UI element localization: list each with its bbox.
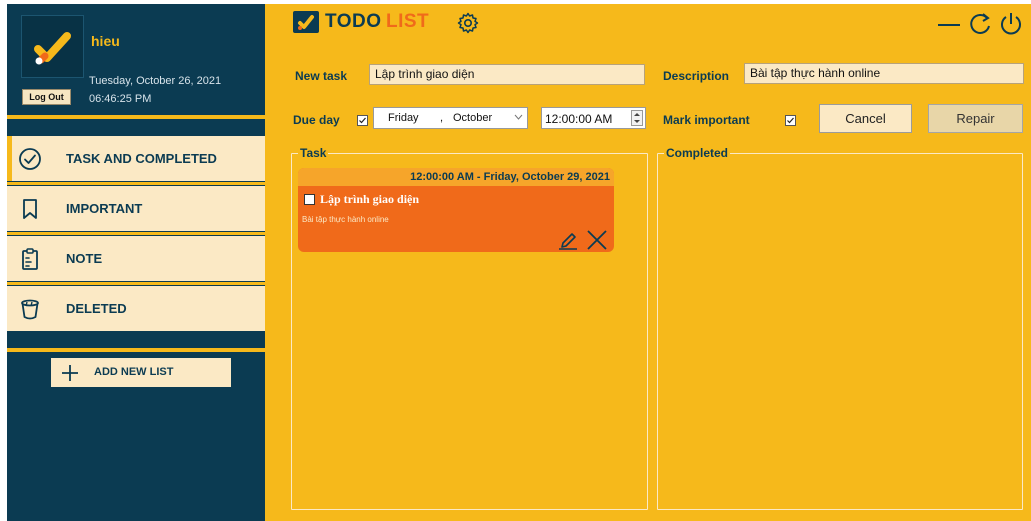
checkmark-logo-icon: [34, 32, 71, 65]
completed-group: Completed: [657, 146, 1023, 510]
due-date-picker[interactable]: Friday , October: [373, 107, 528, 129]
repair-button[interactable]: Repair: [928, 104, 1023, 133]
due-date-month: October: [453, 112, 493, 124]
mark-important-label: Mark important: [663, 113, 750, 127]
logout-button[interactable]: Log Out: [22, 89, 71, 105]
main-panel: TODO LIST New task Lập trình giao diện D…: [265, 4, 1031, 521]
bookmark-icon: [23, 199, 37, 219]
sidebar-item-note[interactable]: NOTE: [7, 236, 265, 281]
trash-icon: [21, 299, 39, 320]
due-time-value: 12:00:00 AM: [545, 112, 613, 126]
sidebar-divider: [7, 232, 265, 235]
sidebar-divider: [7, 282, 265, 285]
minimize-icon[interactable]: [935, 10, 963, 38]
check-circle-icon: [19, 148, 41, 170]
close-icon[interactable]: [586, 229, 608, 251]
sidebar-item-label: DELETED: [66, 301, 127, 316]
task-complete-checkbox[interactable]: [304, 194, 315, 205]
sidebar-item-label: IMPORTANT: [66, 201, 143, 216]
description-label: Description: [663, 69, 730, 83]
sidebar-item-label: NOTE: [66, 251, 103, 266]
task-description: Bài tập thực hành online: [302, 215, 389, 224]
sidebar-item-task-and-completed[interactable]: TASK AND COMPLETED: [7, 136, 265, 181]
sidebar: hieu Tuesday, October 26, 2021 06:46:25 …: [7, 4, 265, 521]
sidebar-item-important[interactable]: IMPORTANT: [7, 186, 265, 231]
current-time: 06:46:25 PM: [89, 93, 152, 105]
task-card[interactable]: 12:00:00 AM - Friday, October 29, 2021 L…: [298, 168, 614, 252]
cancel-button[interactable]: Cancel: [819, 104, 912, 133]
current-date: Tuesday, October 26, 2021: [89, 75, 222, 87]
refresh-icon[interactable]: [966, 10, 994, 38]
brand-badge-icon: [293, 11, 319, 33]
due-day-checkbox[interactable]: [357, 115, 368, 126]
due-date-separator: ,: [440, 112, 444, 124]
sidebar-item-deleted[interactable]: DELETED: [7, 286, 265, 331]
task-due-datetime: 12:00:00 AM - Friday, October 29, 2021: [410, 171, 610, 183]
chevron-down-icon: [514, 114, 523, 120]
username: hieu: [91, 33, 120, 49]
sidebar-divider: [7, 348, 265, 352]
sidebar-divider: [7, 182, 265, 185]
clipboard-icon: [22, 248, 38, 270]
due-date-day: Friday: [388, 112, 419, 124]
brand-list-text: LIST: [386, 11, 430, 32]
add-new-list-button[interactable]: ADD NEW LIST: [51, 358, 231, 387]
app-logo: [21, 15, 84, 78]
time-spinner[interactable]: [631, 110, 643, 126]
sidebar-divider: [7, 115, 265, 119]
plus-icon: [62, 365, 78, 381]
edit-pencil-icon[interactable]: [557, 228, 579, 250]
gear-icon[interactable]: [456, 11, 480, 35]
description-input[interactable]: Bài tập thực hành online: [744, 63, 1024, 84]
add-new-list-label: ADD NEW LIST: [94, 366, 174, 378]
task-group-title: Task: [300, 146, 327, 160]
brand-todo-text: TODO: [325, 11, 382, 32]
new-task-label: New task: [295, 69, 348, 83]
completed-group-title: Completed: [666, 146, 729, 160]
task-card-header: 12:00:00 AM - Friday, October 29, 2021: [298, 168, 614, 186]
app-window: hieu Tuesday, October 26, 2021 06:46:25 …: [7, 4, 1031, 521]
power-icon[interactable]: [997, 10, 1025, 38]
mark-important-checkbox[interactable]: [785, 115, 796, 126]
task-title: Lập trình giao diện: [320, 192, 420, 206]
due-time-picker[interactable]: 12:00:00 AM: [541, 107, 646, 129]
due-day-label: Due day: [293, 113, 340, 127]
new-task-input[interactable]: Lập trình giao diện: [369, 64, 645, 85]
sidebar-item-label: TASK AND COMPLETED: [66, 151, 217, 166]
spinner-arrows-icon: [634, 113, 640, 123]
